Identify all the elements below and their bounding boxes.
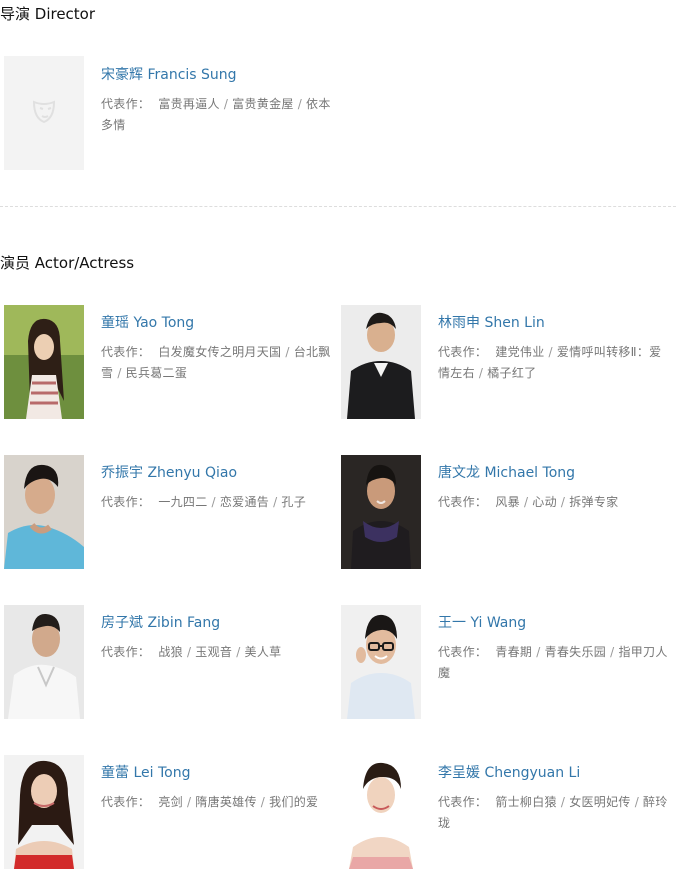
work-link[interactable]: 青春失乐园 bbox=[545, 645, 607, 659]
work-link[interactable]: 富贵黄金屋 bbox=[232, 97, 294, 111]
actor-name-link[interactable]: 唐文龙 Michael Tong bbox=[438, 463, 670, 483]
actor-photo[interactable] bbox=[4, 755, 84, 869]
work-link[interactable]: 一九四二 bbox=[158, 495, 207, 509]
actor-works: 代表作： 建党伟业 / 爱情呼叫转移Ⅱ：爱情左右 / 橘子红了 bbox=[438, 345, 662, 380]
actor-black-suit-photo bbox=[341, 305, 421, 419]
actor-works: 代表作： 青春期 / 青春失乐园 / 指甲刀人魔 bbox=[438, 645, 668, 680]
actor-works: 代表作： 白发魔女传之明月天国 / 台北飘雪 / 民兵葛二蛋 bbox=[101, 345, 331, 380]
work-link[interactable]: 建党伟业 bbox=[495, 345, 544, 359]
director-section-title: 导演 Director bbox=[0, 5, 96, 23]
actor-photo[interactable] bbox=[4, 605, 84, 719]
actor-card: 李呈媛 Chengyuan Li 代表作： 箭士柳白猿 / 女医明妃传 / 醉玲珑 bbox=[337, 755, 674, 871]
actor-works: 代表作： 战狼 / 玉观音 / 美人草 bbox=[101, 645, 282, 659]
work-link[interactable]: 橘子红了 bbox=[487, 366, 536, 380]
actor-card: 乔振宇 Zhenyu Qiao 代表作： 一九四二 / 恋爱通告 / 孔子 bbox=[0, 455, 337, 571]
actor-name-link[interactable]: 童蕾 Lei Tong bbox=[101, 763, 333, 783]
actor-glasses-photo bbox=[341, 605, 421, 719]
actress-red-dress-photo bbox=[4, 755, 84, 869]
actor-white-jacket-photo bbox=[4, 605, 84, 719]
work-link[interactable]: 富贵再逼人 bbox=[158, 97, 220, 111]
work-link[interactable]: 恋爱通告 bbox=[220, 495, 269, 509]
actor-works: 代表作： 箭士柳白猿 / 女医明妃传 / 醉玲珑 bbox=[438, 795, 668, 830]
actor-section-title: 演员 Actor/Actress bbox=[0, 254, 135, 272]
actor-scarf-dark-photo bbox=[341, 455, 421, 569]
actor-photo[interactable] bbox=[341, 455, 421, 569]
director-works: 代表作： 富贵再逼人 / 富贵黄金屋 / 依本多情 bbox=[101, 97, 331, 132]
actor-photo[interactable] bbox=[4, 305, 84, 419]
actor-card: 童蕾 Lei Tong 代表作： 亮剑 / 隋唐英雄传 / 我们的爱 bbox=[0, 755, 337, 871]
actor-photo[interactable] bbox=[341, 305, 421, 419]
actor-card: 房子斌 Zibin Fang 代表作： 战狼 / 玉观音 / 美人草 bbox=[0, 605, 337, 721]
actor-card: 童瑶 Yao Tong 代表作： 白发魔女传之明月天国 / 台北飘雪 / 民兵葛二蛋 bbox=[0, 305, 337, 421]
actor-photo[interactable] bbox=[341, 605, 421, 719]
actor-name-link[interactable]: 李呈媛 Chengyuan Li bbox=[438, 763, 670, 783]
work-link[interactable]: 我们的爱 bbox=[269, 795, 318, 809]
director-name-link[interactable]: 宋豪辉 Francis Sung bbox=[101, 65, 333, 85]
actor-blue-shirt-photo bbox=[4, 455, 84, 569]
actor-photo[interactable] bbox=[4, 455, 84, 569]
actor-photo[interactable] bbox=[341, 755, 421, 869]
actor-works: 代表作： 亮剑 / 隋唐英雄传 / 我们的爱 bbox=[101, 795, 319, 809]
work-link[interactable]: 女医明妃传 bbox=[569, 795, 631, 809]
actor-name-link[interactable]: 童瑶 Yao Tong bbox=[101, 313, 333, 333]
work-link[interactable]: 亮剑 bbox=[158, 795, 183, 809]
director-photo-placeholder[interactable] bbox=[4, 56, 84, 170]
section-divider bbox=[0, 206, 676, 207]
work-link[interactable]: 拆弹专家 bbox=[569, 495, 618, 509]
actress-pink-top-photo bbox=[341, 755, 421, 869]
work-link[interactable]: 孔子 bbox=[281, 495, 306, 509]
work-link[interactable]: 玉观音 bbox=[195, 645, 232, 659]
actress-outdoor-green-photo bbox=[4, 305, 84, 419]
mask-icon bbox=[4, 56, 84, 170]
actor-works: 代表作： 一九四二 / 恋爱通告 / 孔子 bbox=[101, 495, 307, 509]
actor-name-link[interactable]: 王一 Yi Wang bbox=[438, 613, 670, 633]
work-link[interactable]: 美人草 bbox=[245, 645, 282, 659]
actor-works: 代表作： 风暴 / 心动 / 拆弹专家 bbox=[438, 495, 619, 509]
work-link[interactable]: 箭士柳白猿 bbox=[495, 795, 557, 809]
actor-card: 唐文龙 Michael Tong 代表作： 风暴 / 心动 / 拆弹专家 bbox=[337, 455, 674, 571]
work-link[interactable]: 战狼 bbox=[158, 645, 183, 659]
actor-name-link[interactable]: 房子斌 Zibin Fang bbox=[101, 613, 333, 633]
work-link[interactable]: 白发魔女传之明月天国 bbox=[158, 345, 281, 359]
work-link[interactable]: 青春期 bbox=[495, 645, 532, 659]
work-link[interactable]: 风暴 bbox=[495, 495, 520, 509]
work-link[interactable]: 心动 bbox=[532, 495, 557, 509]
work-link[interactable]: 隋唐英雄传 bbox=[195, 795, 257, 809]
actor-name-link[interactable]: 乔振宇 Zhenyu Qiao bbox=[101, 463, 333, 483]
actor-card: 王一 Yi Wang 代表作： 青春期 / 青春失乐园 / 指甲刀人魔 bbox=[337, 605, 674, 721]
actor-name-link[interactable]: 林雨申 Shen Lin bbox=[438, 313, 670, 333]
work-link[interactable]: 民兵葛二蛋 bbox=[126, 366, 188, 380]
director-card: 宋豪辉 Francis Sung 代表作： 富贵再逼人 / 富贵黄金屋 / 依本多情 bbox=[0, 56, 337, 172]
actor-card: 林雨申 Shen Lin 代表作： 建党伟业 / 爱情呼叫转移Ⅱ：爱情左右 / 橘子红了 bbox=[337, 305, 674, 421]
